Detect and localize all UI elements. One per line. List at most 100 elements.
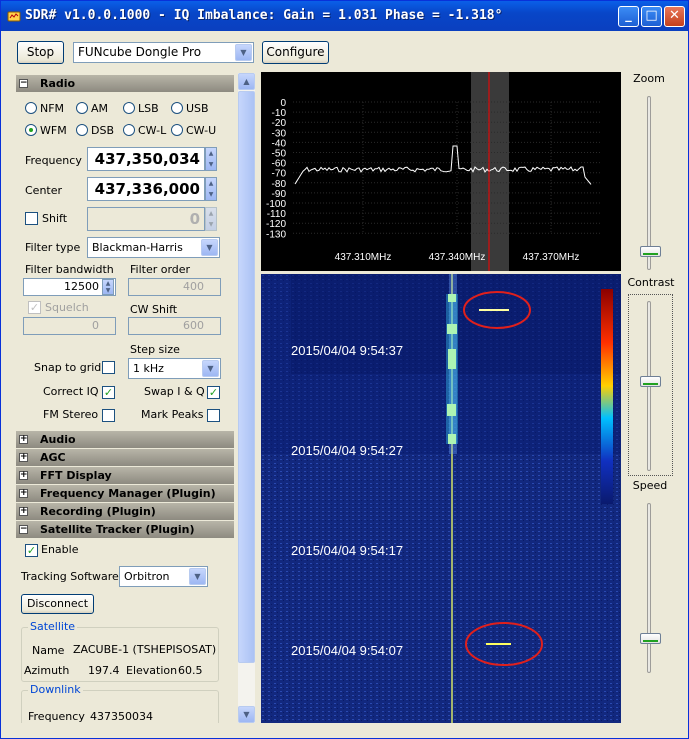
fm-stereo-label: FM Stereo bbox=[43, 408, 99, 421]
freq-tick-label: 437.310MHz bbox=[335, 252, 392, 263]
frequency-label: Frequency bbox=[25, 154, 82, 167]
elevation-label: Elevation bbox=[126, 664, 178, 677]
scrollbar-thumb[interactable] bbox=[238, 91, 255, 663]
stop-button[interactable]: Stop bbox=[17, 41, 64, 64]
squelch-label: Squelch bbox=[45, 301, 89, 314]
radio-circle-icon[interactable] bbox=[25, 124, 37, 136]
mode-radio-nfm[interactable]: NFM bbox=[25, 102, 64, 116]
mode-radio-cw-u[interactable]: CW-U bbox=[171, 124, 216, 138]
swap-iq-checkbox[interactable]: ✓ bbox=[207, 386, 220, 399]
expand-icon[interactable]: + bbox=[19, 435, 28, 444]
mark-peaks-checkbox[interactable] bbox=[207, 409, 220, 422]
azimuth-label: Azimuth bbox=[24, 664, 70, 677]
correct-iq-checkbox[interactable]: ✓ bbox=[102, 386, 115, 399]
filter-bandwidth-spinner[interactable]: ▲ ▼ bbox=[102, 279, 114, 295]
scroll-up-icon[interactable]: ▲ bbox=[238, 73, 255, 90]
mode-radio-am[interactable]: AM bbox=[76, 102, 108, 116]
fm-stereo-checkbox[interactable] bbox=[102, 409, 115, 422]
section-agc[interactable]: + AGC bbox=[16, 449, 234, 466]
sat-name-label: Name bbox=[32, 644, 65, 657]
collapse-icon[interactable]: − bbox=[19, 525, 28, 534]
mode-radio-cw-l[interactable]: CW-L bbox=[123, 124, 166, 138]
swap-iq-label: Swap I & Q bbox=[144, 385, 205, 398]
snap-to-grid-checkbox[interactable] bbox=[102, 361, 115, 374]
tracking-software-select[interactable]: Orbitron ▼ bbox=[119, 566, 208, 587]
cw-shift-input[interactable]: 600 bbox=[128, 317, 221, 335]
zoom-thumb[interactable] bbox=[640, 245, 661, 257]
section-radio-label: Radio bbox=[40, 77, 76, 90]
chevron-down-icon[interactable]: ▼ bbox=[202, 360, 219, 377]
enable-checkbox[interactable]: ✓ bbox=[25, 544, 38, 557]
mode-radio-usb[interactable]: USB bbox=[171, 102, 209, 116]
tracking-software-label: Tracking Software bbox=[21, 570, 119, 583]
radio-circle-icon[interactable] bbox=[123, 124, 135, 136]
spectrum-analyzer[interactable]: 0-10-20-30-40-50-60-70-80-90-100-110-120… bbox=[261, 72, 621, 271]
radio-circle-icon[interactable] bbox=[76, 102, 88, 114]
collapse-icon[interactable]: − bbox=[19, 79, 28, 88]
filter-order-label: Filter order bbox=[130, 263, 191, 276]
maximize-button[interactable]: □ bbox=[641, 6, 662, 27]
radio-circle-icon[interactable] bbox=[76, 124, 88, 136]
speed-track[interactable] bbox=[647, 503, 651, 673]
section-satellite-tracker-plugin[interactable]: − Satellite Tracker (Plugin) bbox=[16, 521, 234, 538]
mode-radio-wfm[interactable]: WFM bbox=[25, 124, 67, 138]
mode-radio-dsb[interactable]: DSB bbox=[76, 124, 114, 138]
section-fft-display[interactable]: + FFT Display bbox=[16, 467, 234, 484]
minimize-button[interactable]: _ bbox=[618, 6, 639, 27]
filter-order-input[interactable]: 400 bbox=[128, 278, 221, 296]
expand-icon[interactable]: + bbox=[19, 507, 28, 516]
squelch-checkbox[interactable]: ✓ bbox=[28, 301, 41, 314]
frequency-input[interactable]: 437,350,034 bbox=[87, 147, 205, 171]
squelch-input[interactable]: 0 bbox=[23, 317, 116, 335]
window-title: SDR# v1.0.0.1000 - IQ Imbalance: Gain = … bbox=[25, 8, 503, 23]
zoom-track[interactable] bbox=[647, 96, 651, 270]
shift-input[interactable]: 0 bbox=[87, 207, 205, 231]
expand-icon[interactable]: + bbox=[19, 453, 28, 462]
device-select[interactable]: FUNcube Dongle Pro ▼ bbox=[73, 42, 254, 63]
shift-checkbox[interactable] bbox=[25, 212, 38, 225]
step-size-select[interactable]: 1 kHz ▼ bbox=[128, 358, 221, 379]
radio-circle-icon[interactable] bbox=[171, 124, 183, 136]
waterfall-timestamp: 2015/04/04 9:54:17 bbox=[291, 543, 403, 558]
contrast-thumb[interactable] bbox=[640, 375, 661, 387]
radio-circle-icon[interactable] bbox=[123, 102, 135, 114]
section-radio[interactable]: − Radio bbox=[16, 75, 234, 92]
chevron-down-icon[interactable]: ▼ bbox=[235, 44, 252, 61]
radio-circle-icon[interactable] bbox=[25, 102, 37, 114]
downlink-group-title: Downlink bbox=[28, 683, 83, 696]
chevron-down-icon[interactable]: ▼ bbox=[201, 239, 218, 256]
waterfall-display[interactable]: 2015/04/04 9:54:37 2015/04/04 9:54:27 2015… bbox=[261, 274, 621, 723]
mode-label: AM bbox=[91, 102, 109, 115]
chevron-down-icon[interactable]: ▼ bbox=[189, 568, 206, 585]
title-bar[interactable]: SDR# v1.0.0.1000 - IQ Imbalance: Gain = … bbox=[1, 1, 688, 31]
panel-scrollbar[interactable]: ▲ ▼ bbox=[238, 73, 255, 723]
section-recording-plugin[interactable]: + Recording (Plugin) bbox=[16, 503, 234, 520]
downlink-frequency-value: 437350034 bbox=[90, 710, 153, 723]
section-label: Frequency Manager (Plugin) bbox=[40, 487, 216, 500]
configure-button[interactable]: Configure bbox=[262, 41, 329, 64]
waterfall-timestamp: 2015/04/04 9:54:27 bbox=[291, 443, 403, 458]
close-button[interactable]: ✕ bbox=[664, 6, 685, 27]
mode-radio-lsb[interactable]: LSB bbox=[123, 102, 159, 116]
scroll-down-icon[interactable]: ▼ bbox=[238, 706, 255, 723]
cw-shift-label: CW Shift bbox=[130, 303, 178, 316]
filter-type-select[interactable]: Blackman-Harris ▼ bbox=[87, 237, 220, 258]
tracking-software-value: Orbitron bbox=[124, 570, 170, 583]
center-input[interactable]: 437,336,000 bbox=[87, 177, 205, 201]
snap-to-grid-label: Snap to grid bbox=[34, 361, 102, 374]
radio-circle-icon[interactable] bbox=[171, 102, 183, 114]
disconnect-button[interactable]: Disconnect bbox=[21, 594, 94, 614]
frequency-spinner[interactable]: ▲ ▼ bbox=[205, 147, 217, 171]
section-frequency-manager-plugin[interactable]: + Frequency Manager (Plugin) bbox=[16, 485, 234, 502]
center-spinner[interactable]: ▲ ▼ bbox=[205, 177, 217, 201]
shift-spinner[interactable]: ▲ ▼ bbox=[205, 207, 217, 231]
expand-icon[interactable]: + bbox=[19, 489, 28, 498]
db-tick-label: -130 bbox=[266, 229, 286, 240]
step-size-label: Step size bbox=[130, 343, 180, 356]
freq-tick-label: 437.370MHz bbox=[523, 252, 580, 263]
section-label: Satellite Tracker (Plugin) bbox=[40, 523, 195, 536]
speed-thumb[interactable] bbox=[640, 633, 661, 645]
speed-label: Speed bbox=[632, 479, 668, 492]
section-audio[interactable]: + Audio bbox=[16, 431, 234, 448]
expand-icon[interactable]: + bbox=[19, 471, 28, 480]
